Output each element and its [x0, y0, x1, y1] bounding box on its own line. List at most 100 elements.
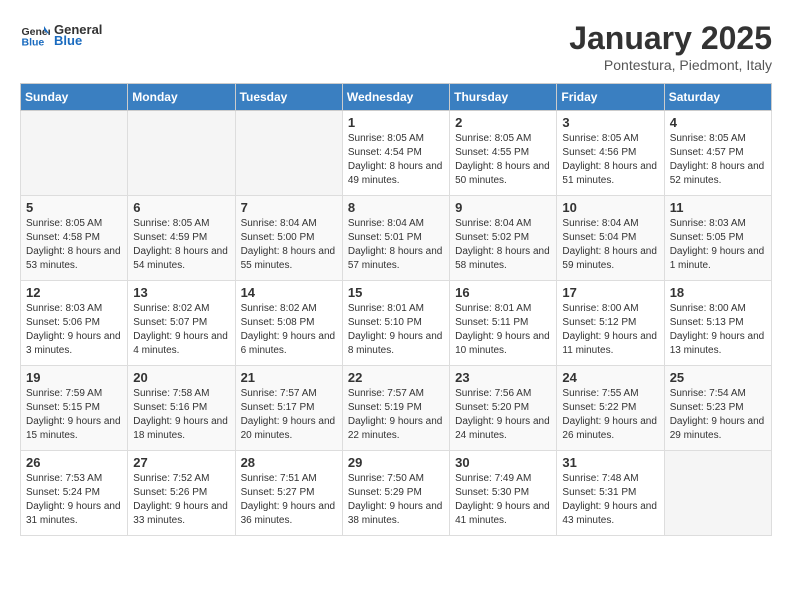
title-block: January 2025 Pontestura, Piedmont, Italy: [569, 20, 772, 73]
calendar-cell: 18Sunrise: 8:00 AM Sunset: 5:13 PM Dayli…: [664, 281, 771, 366]
day-info: Sunrise: 8:05 AM Sunset: 4:56 PM Dayligh…: [562, 132, 658, 188]
calendar-cell: 31Sunrise: 7:48 AM Sunset: 5:31 PM Dayli…: [557, 451, 664, 536]
calendar-week-row: 1 Sunrise: 8:05 AM Sunset: 4:54 PM Daylig…: [21, 111, 772, 196]
day-info: Sunrise: 7:49 AM Sunset: 5:30 PM Dayligh…: [455, 472, 551, 528]
day-number: 8: [348, 200, 444, 215]
page-header: General Blue General Blue January 2025 P…: [20, 20, 772, 73]
day-header-saturday: Saturday: [664, 84, 771, 111]
calendar-cell: 20 Sunrise: 7:58 AM Sunset: 5:16 PM Dayli…: [128, 366, 235, 451]
day-info: Sunrise: 8:02 AM Sunset: 5:08 PM Dayligh…: [241, 302, 337, 358]
day-info: Sunrise: 8:01 AM Sunset: 5:10 PM Dayligh…: [348, 302, 444, 358]
day-number: 25: [670, 370, 766, 385]
day-info: Sunrise: 7:52 AM Sunset: 5:26 PM Dayligh…: [133, 472, 229, 528]
day-number: 24: [562, 370, 658, 385]
day-info: Sunrise: 8:05 AM Sunset: 4:57 PM Dayligh…: [670, 132, 766, 188]
day-number: 30: [455, 455, 551, 470]
calendar-week-row: 26 Sunrise: 7:53 AM Sunset: 5:24 PM Dayli…: [21, 451, 772, 536]
calendar-cell: [21, 111, 128, 196]
day-number: 29: [348, 455, 444, 470]
calendar-cell: 14 Sunrise: 8:02 AM Sunset: 5:08 PM Dayli…: [235, 281, 342, 366]
day-number: 6: [133, 200, 229, 215]
day-info: Sunrise: 7:50 AM Sunset: 5:29 PM Dayligh…: [348, 472, 444, 528]
day-info: Sunrise: 7:53 AM Sunset: 5:24 PM Dayligh…: [26, 472, 122, 528]
day-info: Sunrise: 7:59 AM Sunset: 5:15 PM Dayligh…: [26, 387, 122, 443]
calendar-cell: 19 Sunrise: 7:59 AM Sunset: 5:15 PM Dayli…: [21, 366, 128, 451]
day-info: Sunrise: 7:54 AM Sunset: 5:23 PM Dayligh…: [670, 387, 766, 443]
day-number: 18: [670, 285, 766, 300]
day-info: Sunrise: 8:05 AM Sunset: 4:54 PM Dayligh…: [348, 132, 444, 188]
calendar-cell: 26 Sunrise: 7:53 AM Sunset: 5:24 PM Dayli…: [21, 451, 128, 536]
calendar-cell: 17 Sunrise: 8:00 AM Sunset: 5:12 PM Dayli…: [557, 281, 664, 366]
day-info: Sunrise: 7:58 AM Sunset: 5:16 PM Dayligh…: [133, 387, 229, 443]
calendar-week-row: 5 Sunrise: 8:05 AM Sunset: 4:58 PM Daylig…: [21, 196, 772, 281]
location: Pontestura, Piedmont, Italy: [569, 57, 772, 73]
calendar-cell: 4Sunrise: 8:05 AM Sunset: 4:57 PM Daylig…: [664, 111, 771, 196]
day-number: 20: [133, 370, 229, 385]
day-number: 22: [348, 370, 444, 385]
day-info: Sunrise: 7:57 AM Sunset: 5:17 PM Dayligh…: [241, 387, 337, 443]
calendar-cell: 1 Sunrise: 8:05 AM Sunset: 4:54 PM Daylig…: [342, 111, 449, 196]
calendar-cell: 6 Sunrise: 8:05 AM Sunset: 4:59 PM Daylig…: [128, 196, 235, 281]
calendar-cell: 11 Sunrise: 8:03 AM Sunset: 5:05 PM Dayli…: [664, 196, 771, 281]
day-number: 28: [241, 455, 337, 470]
day-info: Sunrise: 8:05 AM Sunset: 4:58 PM Dayligh…: [26, 217, 122, 273]
calendar-cell: 16Sunrise: 8:01 AM Sunset: 5:11 PM Dayli…: [450, 281, 557, 366]
calendar-cell: 9 Sunrise: 8:04 AM Sunset: 5:02 PM Daylig…: [450, 196, 557, 281]
day-number: 10: [562, 200, 658, 215]
day-number: 15: [348, 285, 444, 300]
day-number: 19: [26, 370, 122, 385]
day-info: Sunrise: 8:03 AM Sunset: 5:05 PM Dayligh…: [670, 217, 766, 273]
calendar-cell: 21Sunrise: 7:57 AM Sunset: 5:17 PM Dayli…: [235, 366, 342, 451]
day-info: Sunrise: 7:51 AM Sunset: 5:27 PM Dayligh…: [241, 472, 337, 528]
day-info: Sunrise: 7:55 AM Sunset: 5:22 PM Dayligh…: [562, 387, 658, 443]
day-number: 26: [26, 455, 122, 470]
calendar-cell: 2Sunrise: 8:05 AM Sunset: 4:55 PM Daylig…: [450, 111, 557, 196]
day-number: 14: [241, 285, 337, 300]
logo-icon: General Blue: [20, 20, 50, 50]
calendar-cell: [128, 111, 235, 196]
day-info: Sunrise: 8:03 AM Sunset: 5:06 PM Dayligh…: [26, 302, 122, 358]
calendar-cell: 24 Sunrise: 7:55 AM Sunset: 5:22 PM Dayli…: [557, 366, 664, 451]
calendar-week-row: 19 Sunrise: 7:59 AM Sunset: 5:15 PM Dayli…: [21, 366, 772, 451]
day-number: 3: [562, 115, 658, 130]
calendar-cell: 22Sunrise: 7:57 AM Sunset: 5:19 PM Dayli…: [342, 366, 449, 451]
day-info: Sunrise: 8:04 AM Sunset: 5:02 PM Dayligh…: [455, 217, 551, 273]
day-header-wednesday: Wednesday: [342, 84, 449, 111]
calendar-cell: 5 Sunrise: 8:05 AM Sunset: 4:58 PM Daylig…: [21, 196, 128, 281]
calendar-header-row: SundayMondayTuesdayWednesdayThursdayFrid…: [21, 84, 772, 111]
day-number: 17: [562, 285, 658, 300]
calendar-cell: 15 Sunrise: 8:01 AM Sunset: 5:10 PM Dayli…: [342, 281, 449, 366]
day-info: Sunrise: 8:00 AM Sunset: 5:12 PM Dayligh…: [562, 302, 658, 358]
day-number: 11: [670, 200, 766, 215]
calendar-cell: 30 Sunrise: 7:49 AM Sunset: 5:30 PM Dayli…: [450, 451, 557, 536]
calendar-cell: 23Sunrise: 7:56 AM Sunset: 5:20 PM Dayli…: [450, 366, 557, 451]
day-number: 1: [348, 115, 444, 130]
day-number: 27: [133, 455, 229, 470]
calendar-cell: 28 Sunrise: 7:51 AM Sunset: 5:27 PM Dayli…: [235, 451, 342, 536]
calendar-table: SundayMondayTuesdayWednesdayThursdayFrid…: [20, 83, 772, 536]
day-info: Sunrise: 8:02 AM Sunset: 5:07 PM Dayligh…: [133, 302, 229, 358]
calendar-cell: [664, 451, 771, 536]
calendar-cell: 3 Sunrise: 8:05 AM Sunset: 4:56 PM Daylig…: [557, 111, 664, 196]
calendar-cell: 7 Sunrise: 8:04 AM Sunset: 5:00 PM Daylig…: [235, 196, 342, 281]
day-info: Sunrise: 7:56 AM Sunset: 5:20 PM Dayligh…: [455, 387, 551, 443]
day-header-thursday: Thursday: [450, 84, 557, 111]
day-info: Sunrise: 8:05 AM Sunset: 4:59 PM Dayligh…: [133, 217, 229, 273]
calendar-cell: 27 Sunrise: 7:52 AM Sunset: 5:26 PM Dayli…: [128, 451, 235, 536]
day-number: 9: [455, 200, 551, 215]
calendar-cell: 12 Sunrise: 8:03 AM Sunset: 5:06 PM Dayli…: [21, 281, 128, 366]
day-info: Sunrise: 8:04 AM Sunset: 5:01 PM Dayligh…: [348, 217, 444, 273]
day-number: 5: [26, 200, 122, 215]
day-number: 7: [241, 200, 337, 215]
day-info: Sunrise: 8:05 AM Sunset: 4:55 PM Dayligh…: [455, 132, 551, 188]
day-number: 12: [26, 285, 122, 300]
calendar-cell: 13Sunrise: 8:02 AM Sunset: 5:07 PM Dayli…: [128, 281, 235, 366]
day-header-tuesday: Tuesday: [235, 84, 342, 111]
month-title: January 2025: [569, 20, 772, 57]
day-number: 31: [562, 455, 658, 470]
day-header-sunday: Sunday: [21, 84, 128, 111]
calendar-cell: 29 Sunrise: 7:50 AM Sunset: 5:29 PM Dayli…: [342, 451, 449, 536]
day-info: Sunrise: 8:04 AM Sunset: 5:00 PM Dayligh…: [241, 217, 337, 273]
logo: General Blue General Blue: [20, 20, 102, 50]
day-info: Sunrise: 8:04 AM Sunset: 5:04 PM Dayligh…: [562, 217, 658, 273]
